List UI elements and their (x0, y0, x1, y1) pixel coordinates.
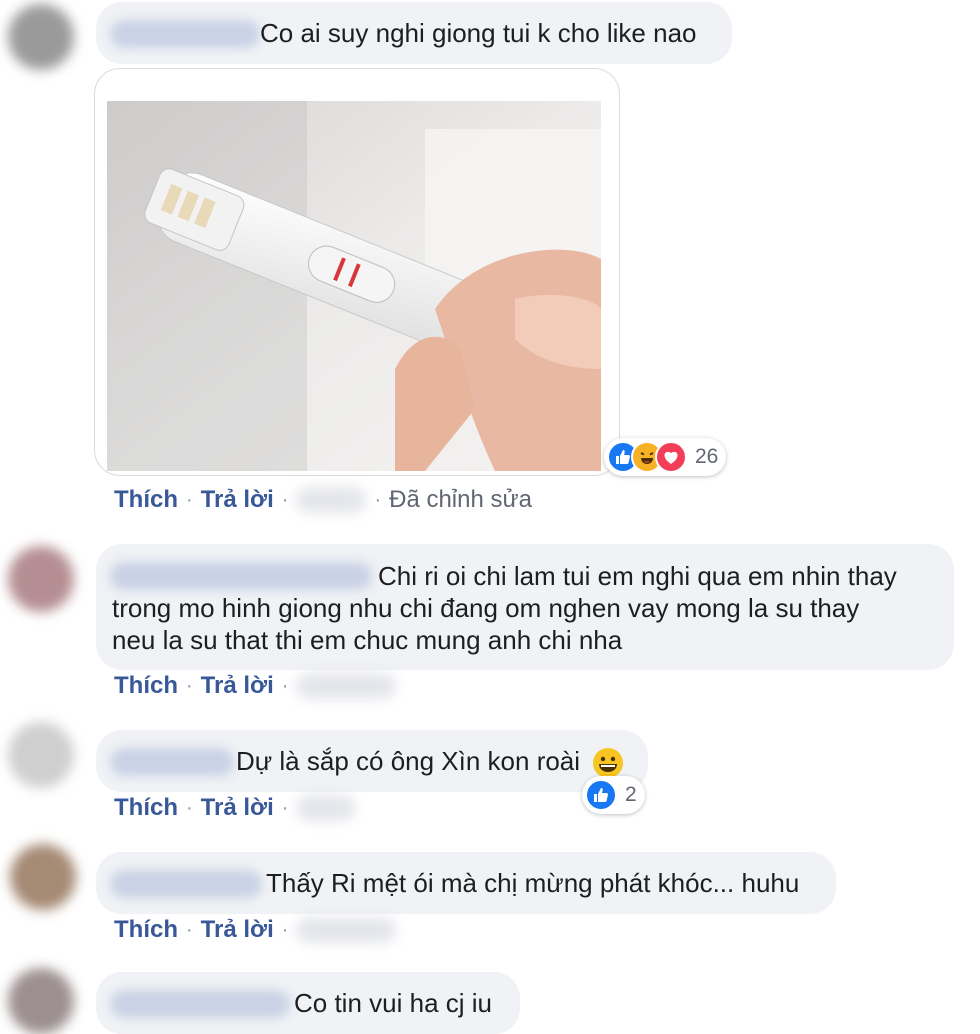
like-link[interactable]: Thích (114, 486, 178, 514)
like-link[interactable]: Thích (114, 672, 178, 700)
avatar[interactable] (8, 722, 74, 788)
comment-attachment-photo[interactable] (94, 68, 620, 476)
comment-text: Co tin vui ha cj iu (294, 988, 492, 1018)
reply-link[interactable]: Trả lời (201, 794, 274, 822)
comment-bubble: Co tin vui ha cj iu (96, 972, 520, 1034)
comment-text: Thấy Ri mệt ói mà chị mừng phát khóc... … (266, 868, 800, 898)
love-icon (655, 441, 687, 473)
edited-label[interactable]: Đã chỉnh sửa (389, 486, 532, 514)
reaction-count: 26 (695, 445, 719, 468)
comment-bubble: Thấy Ri mệt ói mà chị mừng phát khóc... … (96, 852, 836, 914)
separator-dot: · (186, 918, 193, 941)
comment-actions: Thích · Trả lời · (114, 794, 357, 822)
separator-dot: · (374, 488, 382, 511)
comment-text-content: Dự là sắp có ông Xìn kon roài (236, 746, 581, 776)
reactions-summary[interactable]: 26 (604, 438, 727, 476)
avatar[interactable] (8, 546, 74, 612)
timestamp[interactable] (296, 917, 397, 943)
author-name[interactable] (110, 870, 262, 898)
avatar[interactable] (10, 844, 76, 910)
author-name[interactable] (110, 990, 290, 1018)
timestamp[interactable] (296, 673, 397, 699)
like-icon (585, 779, 617, 811)
comment-actions: Thích · Trả lời · · Đã chỉnh sửa (114, 486, 532, 514)
comment-text: Dự là sắp có ông Xìn kon roài (236, 745, 624, 779)
author-name[interactable] (110, 748, 234, 776)
reply-link[interactable]: Trả lời (201, 916, 274, 944)
comment-text-line: neu la su that thi em chuc mung anh chi … (112, 625, 623, 655)
separator-dot: · (281, 796, 289, 819)
avatar[interactable] (8, 4, 74, 70)
comment-bubble: Dự là sắp có ông Xìn kon roài (96, 730, 648, 792)
comment-text: Co ai suy nghi giong tui k cho like nao (260, 18, 697, 48)
reaction-count: 2 (625, 783, 637, 806)
comment-bubble: Co ai suy nghi giong tui k cho like nao (96, 2, 732, 64)
separator-dot: · (186, 488, 193, 511)
reply-link[interactable]: Trả lời (201, 486, 274, 514)
separator-dot: · (186, 796, 193, 819)
timestamp[interactable] (296, 487, 367, 513)
separator-dot: · (281, 674, 289, 697)
separator-dot: · (186, 674, 193, 697)
comment-text-line: Chi ri oi chi lam tui em nghi qua em nhi… (378, 561, 897, 591)
grinning-face-icon (593, 748, 624, 779)
like-link[interactable]: Thích (114, 916, 178, 944)
pregnancy-test-photo (107, 101, 601, 471)
comment-bubble: Chi ri oi chi lam tui em nghi qua em nhi… (96, 544, 954, 670)
separator-dot: · (281, 918, 289, 941)
separator-dot: · (281, 488, 289, 511)
comment-actions: Thích · Trả lời · (114, 672, 397, 700)
author-name[interactable] (110, 562, 372, 590)
reactions-summary[interactable]: 2 (582, 776, 645, 814)
comment-text-line: trong mo hinh giong nhu chi đang om nghe… (112, 593, 860, 623)
timestamp[interactable] (296, 795, 357, 821)
author-name[interactable] (110, 20, 260, 48)
avatar[interactable] (8, 968, 74, 1034)
reply-link[interactable]: Trả lời (201, 672, 274, 700)
comment-actions: Thích · Trả lời · (114, 916, 397, 944)
like-link[interactable]: Thích (114, 794, 178, 822)
